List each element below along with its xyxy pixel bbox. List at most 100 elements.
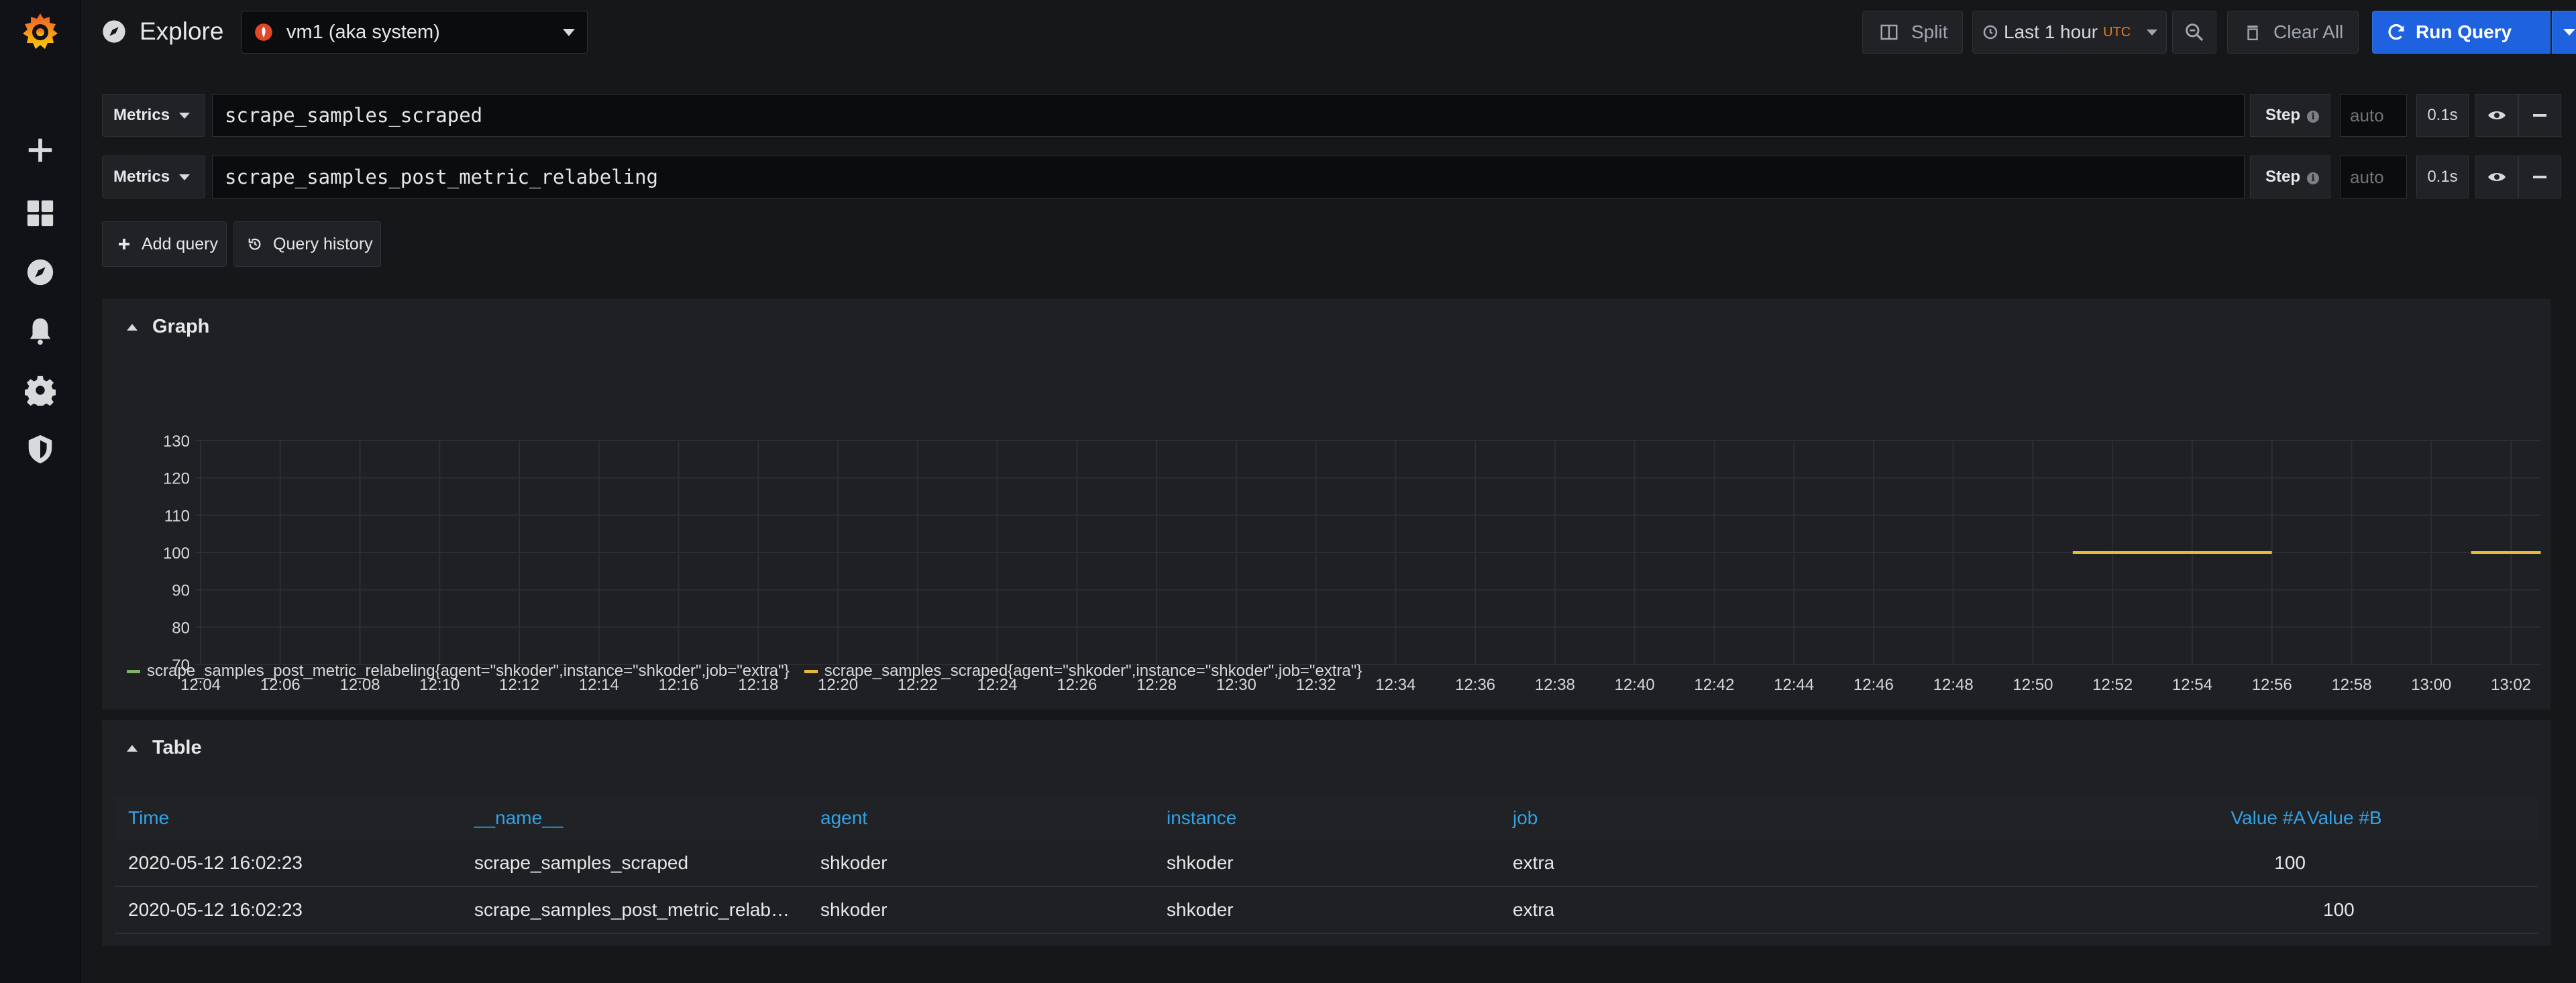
table-row: 2020-05-12 16:02:23 scrape_samples_scrap…: [115, 840, 2538, 887]
x-tick-label: 12:34: [1375, 676, 1415, 694]
time-range-picker[interactable]: Last 1 hour UTC: [1972, 11, 2167, 54]
column-header[interactable]: Value #B: [2307, 796, 2382, 840]
page-title: Explore: [101, 17, 223, 46]
graph-chart[interactable]: 13012011010090807012:04 12:06 12:08 12:10 12…: [103, 353, 2551, 702]
gear-icon[interactable]: [24, 374, 56, 406]
legend-swatch: [127, 669, 140, 673]
x-tick-label: 13:02: [2491, 676, 2531, 694]
cell-instance: shkoder: [1167, 899, 1234, 920]
explore-toolbar: Explore vm1 (aka system) Split Last 1 ho…: [80, 0, 2576, 67]
split-button[interactable]: Split: [1862, 11, 1963, 54]
y-tick-label: 90: [172, 582, 190, 600]
query-row-b: Metrics scrape_samples_post_metric_relab…: [102, 156, 2561, 198]
step-input[interactable]: [2340, 94, 2407, 137]
x-tick-label: 12:58: [2331, 676, 2371, 694]
column-header[interactable]: agent: [820, 796, 867, 840]
query-input[interactable]: scrape_samples_post_metric_relabeling: [212, 156, 2245, 198]
run-query-options-button[interactable]: [2552, 11, 2576, 54]
cell-value-a: [2125, 887, 2306, 933]
datasource-logo-icon: [255, 23, 272, 41]
column-header[interactable]: job: [1513, 796, 1538, 840]
chevron-down-icon: [179, 174, 190, 180]
cell-value-b: 100: [2323, 899, 2355, 920]
shield-icon[interactable]: [24, 433, 56, 465]
split-icon: [1880, 24, 1898, 40]
cell-job: extra: [1513, 899, 1555, 920]
run-query-button[interactable]: Run Query: [2372, 11, 2551, 54]
zoom-out-button[interactable]: [2172, 11, 2216, 54]
x-tick-label: 12:54: [2172, 676, 2212, 694]
column-header[interactable]: instance: [1167, 796, 1236, 840]
x-tick-label: 12:36: [1455, 676, 1495, 694]
plus-icon[interactable]: [24, 134, 56, 166]
remove-query-button[interactable]: [2518, 156, 2561, 198]
cell-time: 2020-05-12 16:02:23: [128, 899, 303, 920]
step-label-text: Step: [2265, 106, 2301, 124]
explore-compass-icon: [103, 20, 125, 43]
side-menu: [0, 0, 81, 983]
table-panel-header[interactable]: Table: [127, 737, 202, 759]
query-type-select[interactable]: Metrics: [102, 94, 205, 137]
y-tick-label: 80: [172, 619, 190, 637]
clear-all-label: Clear All: [2273, 21, 2344, 42]
explore-compass-icon[interactable]: [24, 256, 56, 288]
info-icon[interactable]: i: [2307, 172, 2319, 184]
x-tick-label: 12:48: [1933, 676, 1974, 694]
collapse-caret-icon: [127, 323, 138, 331]
plus-icon: [119, 239, 129, 249]
collapse-caret-icon: [127, 744, 138, 752]
minus-icon: [2533, 176, 2546, 178]
add-query-label: Add query: [142, 234, 218, 253]
minus-icon: [2533, 114, 2546, 117]
eye-icon: [2488, 173, 2506, 181]
interval-value: 0.1s: [2416, 94, 2469, 137]
query-expression: scrape_samples_post_metric_relabeling: [225, 166, 659, 188]
step-input[interactable]: [2340, 156, 2407, 198]
toggle-visibility-button[interactable]: [2475, 94, 2518, 137]
chevron-down-icon: [2147, 29, 2158, 36]
step-label-text: Step: [2265, 168, 2301, 186]
cell-time: 2020-05-12 16:02:23: [128, 852, 303, 873]
add-query-button[interactable]: Add query: [102, 221, 227, 267]
chevron-down-icon: [179, 113, 190, 119]
cell-agent: shkoder: [820, 899, 888, 920]
query-history-label: Query history: [273, 234, 373, 253]
trash-icon: [2247, 25, 2258, 41]
x-tick-label: 12:38: [1535, 676, 1575, 694]
eye-icon: [2488, 111, 2506, 119]
x-tick-label: 12:46: [1854, 676, 1894, 694]
cell-job: extra: [1513, 852, 1555, 873]
timezone-badge: UTC: [2103, 24, 2131, 40]
query-history-button[interactable]: Query history: [233, 221, 381, 267]
page-title-label: Explore: [140, 17, 224, 45]
chevron-down-icon: [563, 29, 575, 36]
datasource-picker[interactable]: vm1 (aka system): [241, 11, 588, 54]
toggle-visibility-button[interactable]: [2475, 156, 2518, 198]
legend-item[interactable]: scrape_samples_scraped{agent="shkoder",i…: [824, 662, 1362, 681]
dashboards-icon[interactable]: [24, 197, 56, 229]
y-tick-label: 110: [164, 507, 190, 525]
column-header[interactable]: __name__: [474, 796, 563, 840]
cell-agent: shkoder: [820, 852, 888, 873]
bell-alerting-icon[interactable]: [24, 315, 56, 347]
query-expression: scrape_samples_scraped: [225, 104, 483, 127]
graph-panel-header[interactable]: Graph: [127, 316, 209, 338]
query-type-select[interactable]: Metrics: [102, 156, 205, 198]
table-header-row: Time __name__ agent instance job Value #…: [115, 796, 2538, 840]
step-label: Step i: [2250, 94, 2330, 137]
refresh-icon: [2388, 24, 2404, 40]
remove-query-button[interactable]: [2518, 94, 2561, 137]
table-panel-title: Table: [152, 737, 202, 758]
x-tick-label: 12:52: [2092, 676, 2133, 694]
x-tick-label: 13:00: [2411, 676, 2451, 694]
column-header[interactable]: Time: [128, 796, 169, 840]
column-header[interactable]: Value #A: [2125, 796, 2306, 840]
query-input[interactable]: scrape_samples_scraped: [212, 94, 2245, 137]
info-icon[interactable]: i: [2307, 111, 2319, 123]
step-label: Step i: [2250, 156, 2330, 198]
legend-item[interactable]: scrape_samples_post_metric_relabeling{ag…: [147, 662, 790, 681]
clear-all-button[interactable]: Clear All: [2227, 11, 2359, 54]
grafana-logo-icon[interactable]: [19, 11, 62, 54]
chevron-down-icon: [2563, 29, 2575, 36]
y-tick-label: 120: [163, 470, 190, 488]
